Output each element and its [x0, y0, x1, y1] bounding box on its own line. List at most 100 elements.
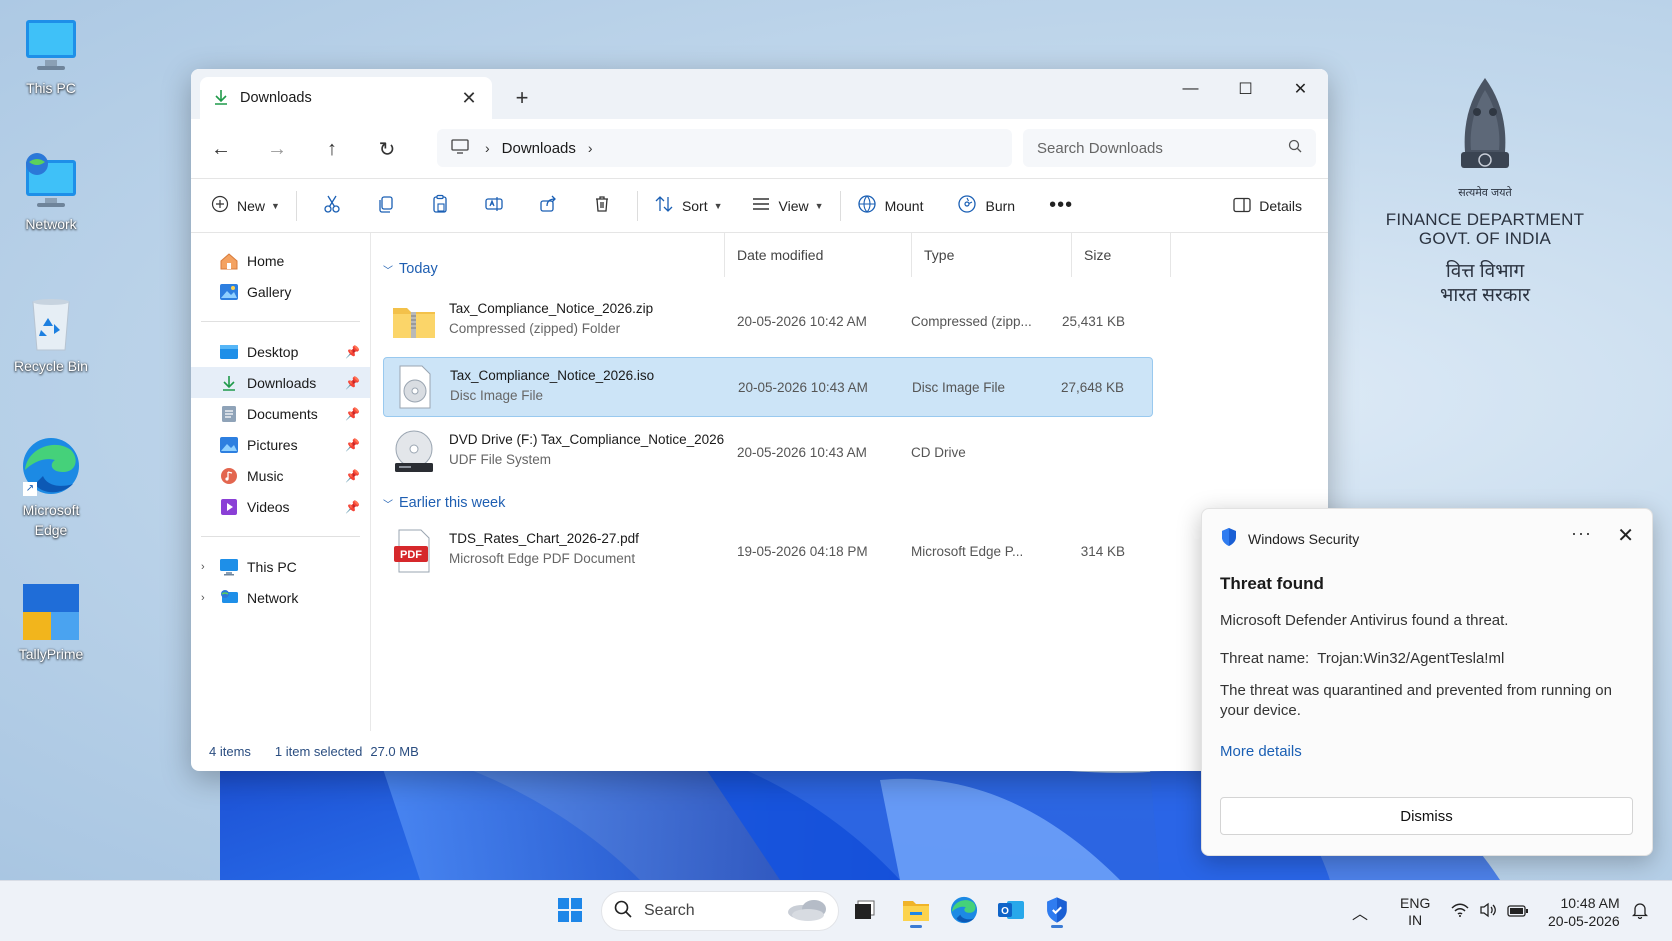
start-button[interactable]	[550, 891, 590, 931]
more-options-icon[interactable]: ···	[1571, 523, 1592, 544]
burn-disc-icon	[957, 194, 977, 217]
view-button[interactable]: View ▼	[743, 188, 832, 224]
bell-icon	[1631, 901, 1649, 922]
refresh-button[interactable]: ↻	[371, 134, 403, 164]
new-button[interactable]: New ▼	[203, 188, 288, 224]
quick-settings[interactable]	[1451, 881, 1529, 941]
chevron-right-icon[interactable]: ›	[201, 561, 205, 573]
pin-icon[interactable]: 📌	[345, 376, 360, 390]
tallyprime-icon	[21, 582, 81, 642]
close-tab-icon[interactable]: ✕	[458, 88, 480, 109]
more-options-button[interactable]: •••	[1041, 188, 1081, 224]
back-button[interactable]: ←	[205, 134, 237, 164]
clock-time: 10:48 AM	[1560, 894, 1620, 911]
sidebar-item-network[interactable]: › Network	[191, 582, 370, 613]
sidebar-item-videos[interactable]: Videos 📌	[191, 491, 370, 522]
more-details-link[interactable]: More details	[1220, 743, 1302, 760]
sidebar-item-home[interactable]: Home	[191, 245, 370, 276]
taskbar-outlook[interactable]: O	[991, 891, 1031, 931]
maximize-button[interactable]: ☐	[1218, 69, 1273, 109]
desktop-icon-label: This PC	[26, 80, 76, 96]
taskbar-search[interactable]: Search	[601, 891, 839, 931]
pin-icon[interactable]: 📌	[345, 407, 360, 421]
details-button[interactable]: Details	[1225, 188, 1310, 224]
delete-button[interactable]	[575, 188, 629, 224]
breadcrumb-downloads[interactable]: Downloads	[502, 140, 576, 157]
sidebar-item-desktop[interactable]: Desktop 📌	[191, 336, 370, 367]
dept-name-en: FINANCE DEPARTMENT GOVT. OF INDIA	[1380, 210, 1590, 248]
notifications-button[interactable]	[1631, 881, 1649, 941]
file-explorer-window[interactable]: Downloads ✕ + — ☐ ✕ ← → ↑ ↻ › Downloads …	[191, 69, 1328, 771]
forward-button[interactable]: →	[261, 134, 293, 164]
task-view-button[interactable]	[845, 891, 885, 931]
column-header-date[interactable]: Date modified	[724, 233, 911, 277]
chevron-right-icon[interactable]: ›	[201, 592, 205, 604]
dismiss-button[interactable]: Dismiss	[1220, 797, 1633, 835]
pin-icon[interactable]: 📌	[345, 500, 360, 514]
mount-button[interactable]: Mount	[849, 188, 932, 224]
sidebar-item-this-pc[interactable]: › This PC	[191, 551, 370, 582]
group-header-earlier-this-week[interactable]: ﹀ Earlier this week	[383, 495, 505, 511]
shield-icon	[1044, 896, 1070, 927]
pin-icon[interactable]: 📌	[345, 345, 360, 359]
taskbar-file-explorer[interactable]	[896, 891, 936, 931]
clock[interactable]: 10:48 AM 20-05-2026	[1548, 881, 1620, 941]
file-row[interactable]: PDF TDS_Rates_Chart_2026-27.pdf Microsof…	[383, 521, 1153, 581]
sidebar-item-label: Home	[247, 252, 285, 269]
taskbar-windows-security[interactable]	[1037, 891, 1077, 931]
shield-icon	[1220, 527, 1238, 550]
lang-code: ENG	[1400, 894, 1431, 911]
file-row[interactable]: Tax_Compliance_Notice_2026.zip Compresse…	[383, 291, 1153, 351]
windows-security-notification[interactable]: Windows Security ··· ✕ Threat found Micr…	[1201, 508, 1653, 856]
sidebar-item-music[interactable]: Music 📌	[191, 460, 370, 491]
tab-downloads[interactable]: Downloads ✕	[200, 77, 492, 119]
sidebar-item-pictures[interactable]: Pictures 📌	[191, 429, 370, 460]
desktop-icon-this-pc[interactable]: This PC	[1, 16, 101, 96]
rename-button[interactable]	[467, 188, 521, 224]
battery-icon	[1507, 904, 1529, 920]
desktop-icon-recycle-bin[interactable]: Recycle Bin	[1, 294, 101, 374]
search-input[interactable]: Search Downloads	[1023, 129, 1316, 167]
pin-icon[interactable]: 📌	[345, 438, 360, 452]
group-header-today[interactable]: ﹀ Today	[383, 261, 438, 277]
column-header-name[interactable]	[371, 233, 383, 277]
desktop-icon-tallyprime[interactable]: TallyPrime	[1, 582, 101, 662]
sidebar-item-label: Pictures	[247, 436, 298, 453]
pin-icon[interactable]: 📌	[345, 469, 360, 483]
address-bar[interactable]: › Downloads ›	[437, 129, 1012, 167]
breadcrumb-chevron-icon[interactable]: ›	[485, 140, 490, 156]
sidebar-item-label: Music	[247, 467, 284, 484]
desktop-icon-network[interactable]: Network	[1, 152, 101, 232]
copy-button[interactable]	[359, 188, 413, 224]
close-window-button[interactable]: ✕	[1273, 69, 1328, 109]
chevron-down-icon: ﹀	[383, 499, 393, 511]
column-header-size[interactable]: Size	[1071, 233, 1171, 277]
breadcrumb-chevron-icon[interactable]: ›	[588, 140, 593, 156]
burn-button[interactable]: Burn	[949, 188, 1023, 224]
mount-disc-icon	[857, 194, 877, 217]
desktop-icon-edge[interactable]: ↗ Microsoft Edge	[1, 436, 101, 540]
sidebar-item-gallery[interactable]: Gallery	[191, 276, 370, 307]
paste-button[interactable]	[413, 188, 467, 224]
show-hidden-icons[interactable]: ︿	[1352, 881, 1368, 941]
title-bar[interactable]: Downloads ✕ + — ☐ ✕	[191, 69, 1328, 119]
active-indicator	[1051, 925, 1063, 928]
sidebar-item-downloads[interactable]: Downloads 📌	[191, 367, 370, 398]
cut-button[interactable]	[305, 188, 359, 224]
up-button[interactable]: ↑	[316, 134, 348, 164]
taskbar-edge[interactable]	[944, 891, 984, 931]
emblem-motto: सत्यमेव जयते	[1458, 187, 1512, 199]
search-icon	[1288, 139, 1302, 157]
scissors-icon	[322, 194, 342, 217]
share-button[interactable]	[521, 188, 575, 224]
sidebar-item-label: This PC	[247, 558, 297, 575]
sort-button[interactable]: Sort ▼	[646, 188, 731, 224]
file-row-selected[interactable]: Tax_Compliance_Notice_2026.iso Disc Imag…	[383, 357, 1153, 417]
file-row[interactable]: DVD Drive (F:) Tax_Compliance_Notice_202…	[383, 422, 1153, 482]
language-indicator[interactable]: ENG IN	[1400, 881, 1430, 941]
column-header-type[interactable]: Type	[911, 233, 1071, 277]
close-icon[interactable]: ✕	[1617, 523, 1634, 548]
sidebar-item-documents[interactable]: Documents 📌	[191, 398, 370, 429]
new-tab-button[interactable]: +	[509, 85, 535, 111]
minimize-button[interactable]: —	[1163, 69, 1218, 109]
